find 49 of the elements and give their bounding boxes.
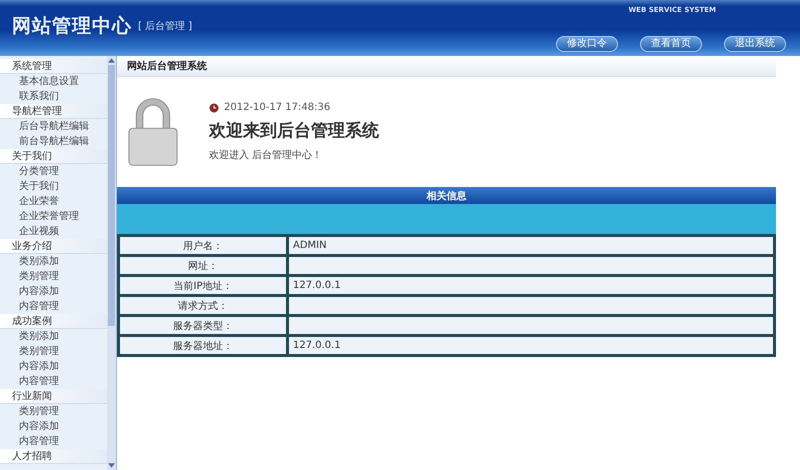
menu-item[interactable]: 内容添加 — [0, 359, 107, 374]
menu-item[interactable]: 企业荣誉 — [0, 194, 107, 209]
info-value: 127.0.0.1 — [288, 276, 774, 296]
menu-item[interactable]: 基本信息设置 — [0, 74, 107, 89]
header-button[interactable]: 修改口令 — [556, 36, 618, 52]
info-label: 当前IP地址： — [118, 276, 288, 296]
menu-item[interactable]: 关于我们 — [0, 179, 107, 194]
header-button[interactable]: 退出系统 — [724, 36, 786, 52]
menu-item[interactable]: 内容管理 — [0, 299, 107, 314]
menu-item[interactable]: 内容添加 — [0, 284, 107, 299]
menu-item[interactable]: 内容管理 — [0, 434, 107, 449]
site-title: 网站管理中心 — [12, 14, 132, 39]
info-label: 服务器类型： — [118, 316, 288, 336]
welcome-message: 欢迎进入 后台管理中心！ — [209, 148, 324, 162]
menu-item[interactable]: 前台导航栏编辑 — [0, 134, 107, 149]
info-value: 127.0.0.1 — [288, 336, 774, 356]
info-label: 网址： — [118, 256, 288, 276]
menu-item[interactable]: 内容管理 — [0, 374, 107, 389]
menu-item[interactable]: 类别添加 — [0, 329, 107, 344]
site-subtitle: [ 后台管理 ] — [138, 20, 192, 33]
info-label: 请求方式： — [118, 296, 288, 316]
menu-group[interactable]: 行业新闻 — [0, 389, 107, 404]
menu-item[interactable]: 企业视频 — [0, 224, 107, 239]
menu-group[interactable]: 导航栏管理 — [0, 104, 107, 119]
info-label: 服务器地址： — [118, 336, 288, 356]
menu-group[interactable]: 人才招聘 — [0, 449, 107, 464]
menu-group[interactable]: 关于我们 — [0, 149, 107, 164]
menu-item[interactable]: 内容添加 — [0, 419, 107, 434]
panel-title: 相关信息 — [426, 190, 466, 202]
info-value: ADMIN — [288, 236, 774, 256]
header-button[interactable]: 查看首页 — [640, 36, 702, 52]
menu-item[interactable]: 类别添加 — [0, 254, 107, 269]
menu-item[interactable]: 类别管理 — [0, 344, 107, 359]
info-label: 用户名： — [118, 236, 288, 256]
welcome-heading: 欢迎来到后台管理系统 — [209, 120, 379, 142]
menu-group[interactable]: 业务介绍 — [0, 239, 107, 254]
menu-item[interactable]: 类别管理 — [0, 404, 107, 419]
menu-group[interactable]: 系统管理 — [0, 59, 107, 74]
menu-item[interactable]: 联系我们 — [0, 89, 107, 104]
menu-item[interactable]: 后台导航栏编辑 — [0, 119, 107, 134]
menu-item[interactable]: 类别管理 — [0, 269, 107, 284]
scroll-down-icon[interactable] — [107, 461, 116, 470]
menu-item[interactable]: 分类管理 — [0, 164, 107, 179]
menu-item[interactable]: 企业荣誉管理 — [0, 209, 107, 224]
clock-icon — [209, 102, 219, 112]
menu-group[interactable]: 成功案例 — [0, 314, 107, 329]
datetime-text: 2012-10-17 17:48:36 — [224, 102, 330, 113]
scrollbar[interactable] — [107, 56, 116, 470]
breadcrumb-text: 网站后台管理系统 — [127, 60, 207, 73]
